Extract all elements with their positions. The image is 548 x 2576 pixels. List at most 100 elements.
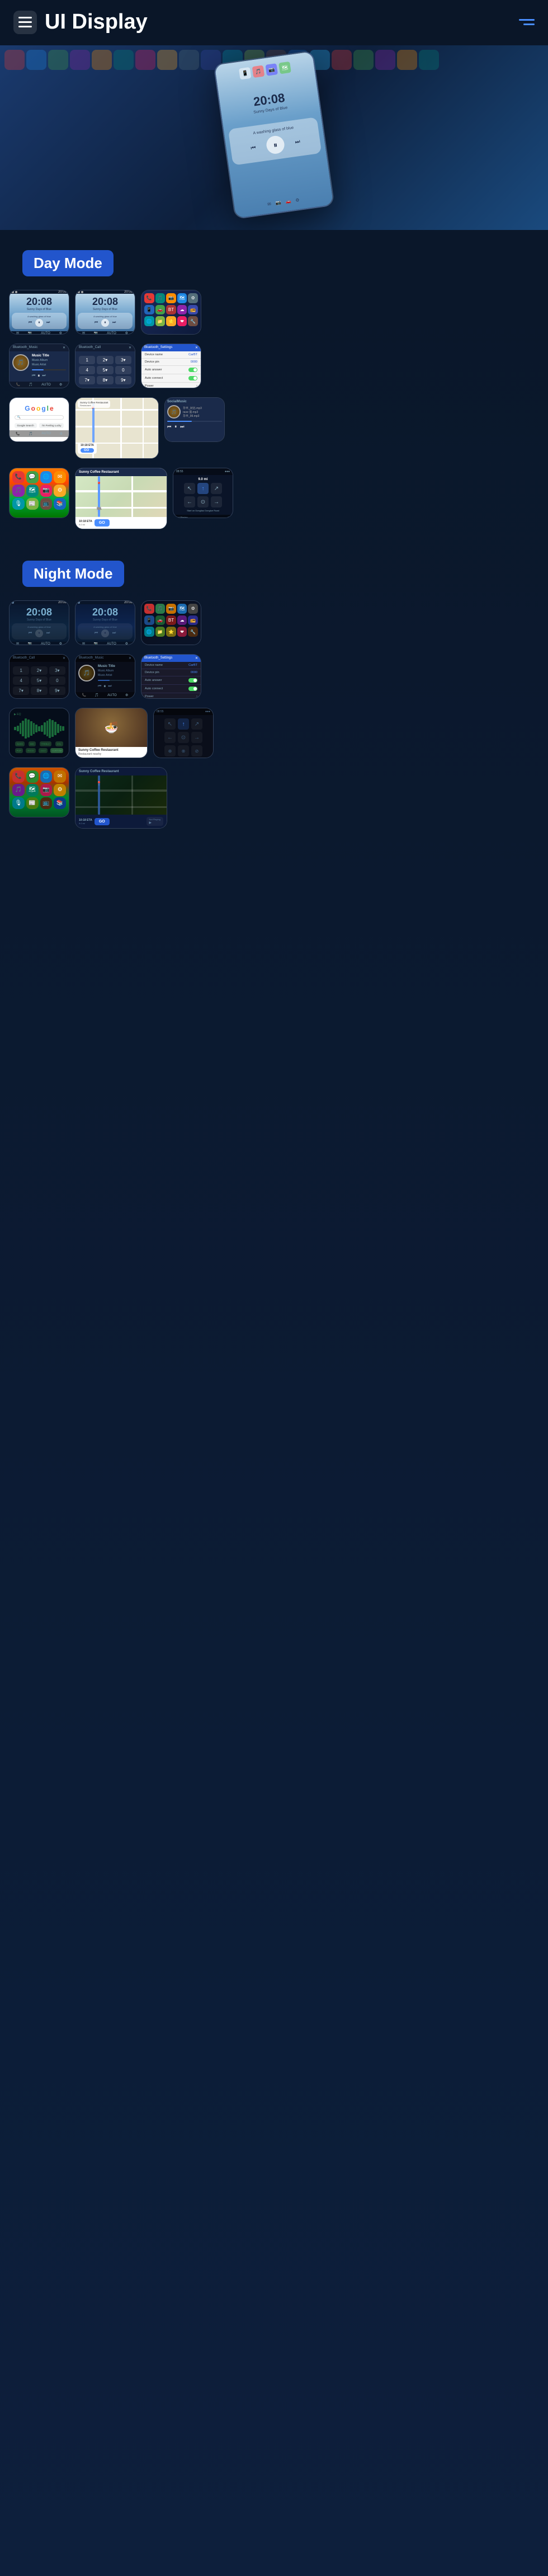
night-app-cam[interactable]: 📷 — [166, 604, 176, 614]
app-icon-brown-1[interactable]: 🔧 — [188, 316, 198, 326]
night-app-fav[interactable]: ❤ — [177, 627, 187, 637]
iphone-app-msg[interactable]: 💬 — [26, 471, 39, 483]
nav-go-button[interactable]: GO — [81, 448, 94, 453]
menu-icon[interactable] — [13, 11, 37, 34]
night-keypad-8[interactable]: 8▾ — [31, 687, 47, 695]
app-icon-orange-1[interactable]: 📷 — [166, 293, 176, 303]
night-keypad-4[interactable]: 4 — [13, 676, 29, 685]
iphone-app-safari[interactable]: 🌐 — [40, 471, 53, 483]
night-app-car[interactable]: 🚗 — [155, 615, 166, 626]
google-search-btn[interactable]: Google Search — [15, 423, 37, 428]
night-iphone-photos[interactable]: 📷 — [40, 784, 53, 796]
night-prev-icon[interactable]: ⏮ — [98, 684, 101, 689]
night-app-star[interactable]: ⭐ — [166, 627, 176, 637]
iphone-app-tv[interactable]: 📺 — [40, 498, 53, 510]
night-app-cloud[interactable]: ☁ — [177, 615, 187, 626]
night-keypad-2[interactable]: 2▾ — [31, 666, 47, 675]
night-app-phone[interactable]: 📞 — [144, 604, 154, 614]
app-icon-indigo-1[interactable]: 📻 — [188, 305, 198, 315]
app-icon-yellow-1[interactable]: ⭐ — [166, 316, 176, 326]
eq-btn-2[interactable]: MID — [29, 741, 36, 746]
night-dir-arrow-up[interactable]: ↑ — [178, 718, 189, 730]
night-car-play-1[interactable]: ⏸ — [35, 629, 43, 637]
app-icon-red-1[interactable]: 📞 — [144, 293, 154, 303]
iphone-app-podcast[interactable]: 🎙 — [12, 498, 25, 510]
dir-arrow-2[interactable]: ↗ — [211, 483, 222, 494]
app-icon-blue-1[interactable]: 🗺 — [177, 293, 187, 303]
social-play-icon[interactable]: ⏸ — [174, 424, 177, 430]
keypad-8[interactable]: 8▾ — [97, 376, 113, 384]
night-app-file[interactable]: 📁 — [155, 627, 166, 637]
night-keypad-3[interactable]: 3▾ — [49, 666, 65, 675]
social-prev-icon[interactable]: ⏮ — [167, 424, 171, 430]
night-iphone-music[interactable]: 🎵 — [12, 784, 25, 796]
night-iphone-tv[interactable]: 📺 — [40, 797, 53, 810]
iphone-app-maps[interactable]: 🗺 — [26, 485, 39, 497]
social-next-icon[interactable]: ⏭ — [180, 424, 184, 430]
night-app-tool[interactable]: 🔧 — [188, 627, 198, 637]
app-icon-cyan-1[interactable]: 🌐 — [144, 316, 154, 326]
iphone-app-books[interactable]: 📚 — [54, 498, 66, 510]
night-dir-btn-2[interactable]: ⊗ — [178, 745, 189, 756]
night-iphone-mail[interactable]: ✉ — [54, 770, 66, 783]
app-icon-bb-1[interactable]: 📱 — [144, 305, 154, 315]
night-dir-arrow-right[interactable]: → — [191, 732, 202, 743]
car-play-btn-2[interactable]: ⏸ — [101, 319, 109, 327]
night-iphone-podcast[interactable]: 🎙 — [12, 797, 25, 810]
toggle-auto-connect[interactable] — [188, 376, 197, 380]
app-icon-lime-1[interactable]: 📁 — [155, 316, 166, 326]
music-progress-bar[interactable] — [32, 369, 66, 370]
iphone-app-settings[interactable]: ⚙ — [54, 485, 66, 497]
night-iphone-books[interactable]: 📚 — [54, 797, 66, 810]
night-car-play-2[interactable]: ⏸ — [101, 629, 109, 637]
music-next-icon[interactable]: ⏭ — [42, 374, 45, 378]
eq-preset-2[interactable]: ROCK — [26, 748, 36, 753]
night-app-radio[interactable]: 📻 — [188, 615, 198, 626]
eq-btn-1[interactable]: BASS — [15, 741, 25, 746]
night-play-icon[interactable]: ⏸ — [103, 684, 106, 689]
night-iphone-safari[interactable]: 🌐 — [40, 770, 53, 783]
app-icon-purple-1[interactable]: ☁ — [177, 305, 187, 315]
iphone-app-mail[interactable]: ✉ — [54, 471, 66, 483]
night-keypad-5[interactable]: 5▾ — [31, 676, 47, 685]
keypad-7[interactable]: 7▾ — [79, 376, 95, 384]
google-search-bar[interactable]: 🔍 — [15, 415, 64, 420]
eq-btn-3[interactable]: TREBLE — [40, 741, 52, 746]
night-play-indicator[interactable]: ▶ — [149, 821, 160, 825]
eq-preset-3[interactable]: JAZZ — [39, 748, 48, 753]
night-app-map[interactable]: 🗺 — [177, 604, 187, 614]
night-app-settings[interactable]: ⚙ — [188, 604, 198, 614]
night-dir-arrow-left[interactable]: ← — [164, 732, 176, 743]
night-iphone-msg[interactable]: 💬 — [26, 770, 39, 783]
iphone-app-news[interactable]: 📰 — [26, 498, 39, 510]
night-next-icon[interactable]: ⏭ — [108, 684, 111, 689]
eq-btn-4[interactable]: VOL — [55, 741, 63, 746]
night-iphone-news[interactable]: 📰 — [26, 797, 39, 810]
night-app-music[interactable]: 🎵 — [155, 604, 166, 614]
night-app-bb[interactable]: 📱 — [144, 615, 154, 626]
iphone-app-photos[interactable]: 📷 — [40, 485, 53, 497]
keypad-2[interactable]: 2▾ — [97, 356, 113, 364]
night-iphone-maps[interactable]: 🗺 — [26, 784, 39, 796]
night-keypad-7[interactable]: 7▾ — [13, 687, 29, 695]
night-app-web[interactable]: 🌐 — [144, 627, 154, 637]
night-keypad-1[interactable]: 1 — [13, 666, 29, 675]
car-play-btn-1[interactable]: ⏸ — [35, 319, 43, 327]
eq-preset-4[interactable]: CUSTOM — [50, 748, 63, 753]
night-dir-arrow-2[interactable]: ↗ — [191, 718, 202, 730]
music-play-icon[interactable]: ⏸ — [37, 373, 40, 379]
app-icon-pink-1[interactable]: ❤ — [177, 316, 187, 326]
dir-arrow-1[interactable]: ↖ — [184, 483, 195, 494]
nav-go-btn[interactable]: GO — [95, 519, 110, 527]
night-nav-go-btn[interactable]: GO — [95, 818, 110, 825]
app-icon-dark-1[interactable]: BT — [166, 305, 176, 315]
night-toggle-connect[interactable] — [188, 687, 197, 691]
iphone-app-phone[interactable]: 📞 — [12, 471, 25, 483]
music-prev-icon[interactable]: ⏮ — [32, 374, 35, 378]
keypad-5[interactable]: 5▾ — [97, 366, 113, 374]
night-dir-arrow-1[interactable]: ↖ — [164, 718, 176, 730]
google-lucky-btn[interactable]: I'm Feeling Lucky — [39, 423, 64, 428]
app-icon-green-1[interactable]: 🚗 — [155, 305, 166, 315]
keypad-6[interactable]: 0 — [115, 366, 131, 374]
night-toggle-answer[interactable] — [188, 678, 197, 683]
